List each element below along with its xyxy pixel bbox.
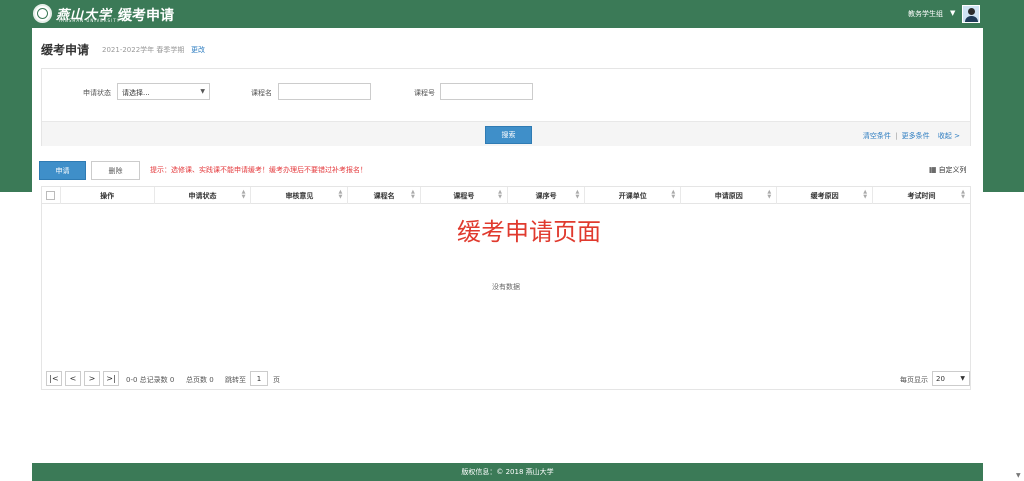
avatar[interactable] bbox=[962, 5, 980, 23]
page-size-label: 每页显示 bbox=[900, 376, 928, 384]
column-header[interactable]: 操作 bbox=[61, 187, 155, 204]
tip-text: 提示：选修课、实践课不能申请缓考！缓考办理后不要错过补考报名！ bbox=[150, 166, 367, 174]
course-name-label: 课程名 bbox=[251, 89, 272, 97]
prev-page-button[interactable]: < bbox=[65, 371, 81, 386]
column-header[interactable]: 申请状态 ▲ ▼ bbox=[155, 187, 252, 204]
collapse-link[interactable]: 收起 > bbox=[938, 132, 960, 140]
link-separator: | bbox=[895, 132, 898, 140]
course-name-input[interactable] bbox=[278, 83, 371, 100]
sort-icon: ▲ ▼ bbox=[961, 189, 965, 200]
custom-columns-button[interactable]: ▦ 自定义列 bbox=[929, 165, 967, 175]
chevron-down-icon: ▼ bbox=[960, 375, 965, 382]
table-header: 操作 申请状态 ▲ ▼ 审核意见 ▲ ▼ 课程名 ▲ ▼ 课程号 ▲ ▼ 课序号 ▲ ▼ 开课单位 ▲… bbox=[42, 187, 970, 204]
next-page-button[interactable]: > bbox=[84, 371, 100, 386]
filter-panel: 申请状态 请选择... ▼ 课程名 课程号 搜索 清空条件 | 更多条件 收起 … bbox=[41, 68, 971, 146]
chevron-down-icon[interactable]: ▼ bbox=[950, 9, 955, 17]
jump-page-input[interactable]: 1 bbox=[250, 371, 268, 386]
empty-message: 没有数据 bbox=[492, 283, 520, 291]
filter-links: 清空条件 | 更多条件 收起 > bbox=[863, 131, 960, 141]
sort-icon: ▲ ▼ bbox=[410, 189, 415, 200]
first-page-button[interactable]: |< bbox=[46, 371, 62, 386]
sort-icon: ▲ ▼ bbox=[498, 189, 502, 200]
data-table: 操作 申请状态 ▲ ▼ 审核意见 ▲ ▼ 课程名 ▲ ▼ 课程号 ▲ ▼ 课序号 ▲ ▼ 开课单位 ▲… bbox=[41, 186, 971, 390]
page-size-select[interactable]: 20 ▼ bbox=[932, 371, 970, 386]
course-no-label: 课程号 bbox=[414, 89, 435, 97]
columns-icon: ▦ bbox=[929, 165, 937, 174]
sort-icon: ▲ ▼ bbox=[767, 189, 772, 200]
page-title: 缓考申请 bbox=[41, 43, 90, 57]
page-count: 总页数 0 bbox=[186, 376, 214, 384]
column-header[interactable]: 课程号 ▲ ▼ bbox=[421, 187, 508, 204]
app-title: 缓考申请 bbox=[118, 8, 174, 24]
top-bar: 燕山大学 YANSHAN UNIVERSITY 缓考申请 教务学生组 ▼ bbox=[0, 0, 1024, 27]
column-header[interactable]: 审核意见 ▲ ▼ bbox=[251, 187, 349, 204]
term-label: 2021-2022学年 春季学期 bbox=[102, 46, 185, 54]
sort-icon: ▲ ▼ bbox=[575, 189, 580, 200]
column-header[interactable]: 课序号 ▲ ▼ bbox=[508, 187, 586, 204]
column-header[interactable]: 缓考原因 ▲ ▼ bbox=[777, 187, 874, 204]
course-no-input[interactable] bbox=[440, 83, 533, 100]
column-header[interactable]: 考试时间 ▲ ▼ bbox=[873, 187, 970, 204]
custom-columns-label: 自定义列 bbox=[938, 166, 967, 174]
column-header[interactable]: 开课单位 ▲ ▼ bbox=[585, 187, 682, 204]
pagination: |< < > >| 0-0 总记录数 0 总页数 0 跳转至 1 页 每页显示 … bbox=[42, 368, 970, 390]
select-all-checkbox[interactable] bbox=[46, 191, 56, 200]
clear-conditions-link[interactable]: 清空条件 bbox=[863, 132, 891, 140]
status-select-value: 请选择... bbox=[122, 89, 150, 97]
column-header[interactable]: 课程名 ▲ ▼ bbox=[348, 187, 421, 204]
page-heading-overlay: 缓考申请页面 bbox=[457, 218, 601, 246]
sort-icon: ▲ ▼ bbox=[671, 189, 676, 200]
page-unit: 页 bbox=[273, 376, 280, 384]
status-select[interactable]: 请选择... ▼ bbox=[117, 83, 210, 100]
jump-label: 跳转至 bbox=[225, 376, 246, 384]
record-count: 0-0 总记录数 0 bbox=[126, 376, 175, 384]
university-seal-icon bbox=[33, 4, 52, 23]
footer: 版权信息：© 2018 燕山大学 bbox=[32, 463, 983, 481]
user-menu[interactable]: 教务学生组 bbox=[908, 9, 943, 19]
page-size-value: 20 bbox=[936, 375, 945, 383]
scroll-down-icon[interactable]: ▼ bbox=[1016, 472, 1021, 479]
change-term-link[interactable]: 更改 bbox=[191, 45, 205, 55]
search-button[interactable]: 搜索 bbox=[485, 126, 532, 144]
status-label: 申请状态 bbox=[83, 89, 111, 97]
last-page-button[interactable]: >| bbox=[103, 371, 119, 386]
sort-icon: ▲ ▼ bbox=[863, 189, 868, 200]
more-conditions-link[interactable]: 更多条件 bbox=[902, 132, 930, 140]
apply-button[interactable]: 申请 bbox=[39, 161, 86, 180]
main-panel: 缓考申请 2021-2022学年 春季学期 更改 申请状态 请选择... ▼ 课… bbox=[32, 28, 983, 462]
select-all-cell bbox=[42, 187, 61, 204]
university-logo-subtext: YANSHAN UNIVERSITY bbox=[58, 18, 121, 23]
filter-actions: 搜索 清空条件 | 更多条件 收起 > bbox=[42, 121, 970, 146]
sort-icon: ▲ ▼ bbox=[338, 189, 343, 200]
delete-button[interactable]: 删除 bbox=[91, 161, 140, 180]
column-header[interactable]: 申请原因 ▲ ▼ bbox=[681, 187, 778, 204]
sort-icon: ▲ ▼ bbox=[241, 189, 246, 200]
chevron-down-icon: ▼ bbox=[200, 88, 205, 95]
